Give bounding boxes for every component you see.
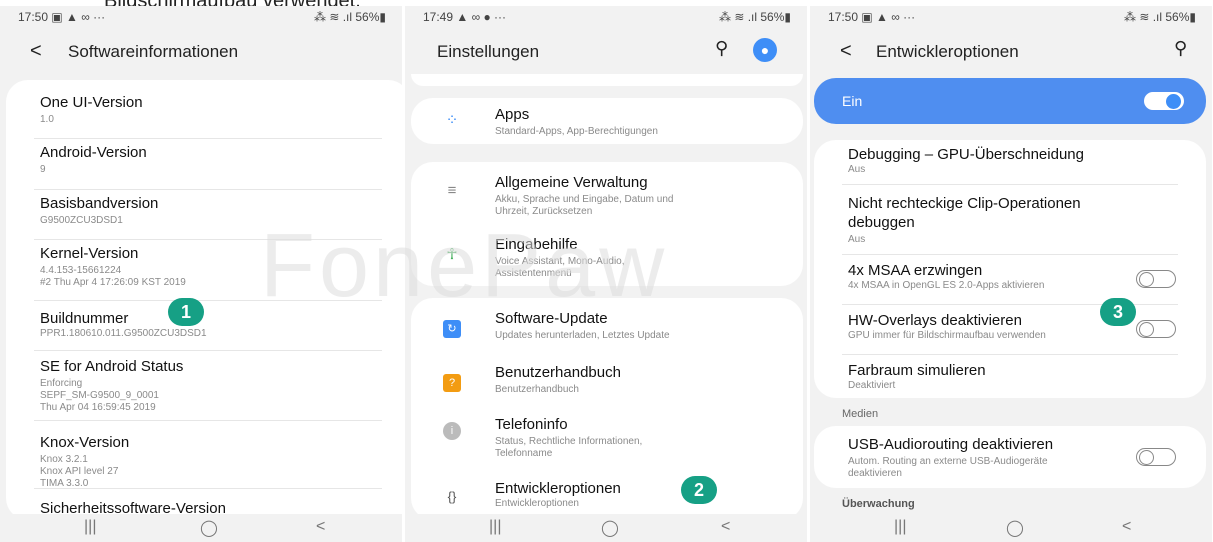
nav-bar: ||| ◯ < — [405, 514, 807, 542]
usb-audio-toggle[interactable] — [1136, 448, 1176, 466]
settings-item-software-update[interactable]: ↻ Software-Update Updates herunterladen,… — [411, 298, 803, 354]
apps-card: ⁘ Apps Standard-Apps, App-Berechtigungen — [411, 98, 803, 144]
step-badge: 1 — [168, 298, 204, 326]
top-card-edge — [411, 74, 803, 86]
back-nav-icon[interactable]: < — [1122, 518, 1131, 536]
help-icon: ? — [443, 374, 461, 392]
sliders-icon: ≡ — [447, 182, 457, 199]
master-switch-card[interactable]: Ein — [814, 78, 1206, 124]
rendering-card: Debugging – GPU-Überschneidung Aus Nicht … — [814, 140, 1206, 398]
page-title: Softwareinformationen — [68, 42, 239, 61]
app-bar: Einstellungen ⚲ ● — [405, 32, 807, 72]
status-right: ⁂ ≋ .ıl 56%▮ — [1123, 10, 1196, 24]
status-bar: 17:49 ▲ ∞ ● ··· ⁂ ≋ .ıl 56%▮ — [405, 6, 807, 28]
apps-icon: ⁘ — [445, 112, 459, 129]
app-bar: < Entwickleroptionen ⚲ — [810, 32, 1212, 72]
phone-software-info: 17:50 ▣ ▲ ∞ ··· ⁂ ≋ .ıl 56%▮ < Softwarei… — [0, 6, 402, 542]
home-icon[interactable]: ◯ — [200, 518, 218, 538]
home-icon[interactable]: ◯ — [1006, 518, 1024, 538]
list-item[interactable]: Knox-Version Knox 3.2.1 Knox API level 27… — [6, 420, 402, 489]
settings-item-accessibility[interactable]: ☥ Eingabehilfe Voice Assistant, Mono-Aud… — [411, 226, 803, 284]
info-card: One UI-Version 1.0 Android-Version 9 Basis… — [6, 80, 402, 520]
list-item[interactable]: Farbraum simulieren Deaktiviert — [814, 356, 1206, 398]
nav-bar: ||| ◯ < — [0, 514, 402, 542]
status-left: 17:50 ▣ ▲ ∞ ··· — [18, 10, 106, 24]
media-card: USB-Audiorouting deaktivieren Autom. Rout… — [814, 426, 1206, 488]
list-item[interactable]: One UI-Version 1.0 — [6, 88, 402, 136]
list-item[interactable]: USB-Audiorouting deaktivieren Autom. Rout… — [814, 426, 1206, 488]
page-title: Entwickleroptionen — [876, 42, 1019, 61]
general-card: ≡ Allgemeine Verwaltung Akku, Sprache un… — [411, 162, 803, 286]
step-badge: 2 — [681, 476, 717, 504]
search-icon[interactable]: ⚲ — [1174, 38, 1187, 59]
nav-bar: ||| ◯ < — [810, 514, 1212, 542]
section-header-medien: Medien — [842, 408, 879, 420]
update-icon: ↻ — [443, 320, 461, 338]
section-header-ueberwachung: Überwachung — [842, 498, 915, 510]
app-bar: < Softwareinformationen — [0, 32, 402, 72]
settings-item-developer[interactable]: {} Entwickleroptionen Entwickleroptionen — [411, 470, 803, 516]
info-icon: i — [443, 422, 461, 440]
profile-icon[interactable]: ● — [753, 38, 777, 62]
settings-item-general[interactable]: ≡ Allgemeine Verwaltung Akku, Sprache un… — [411, 162, 803, 224]
home-icon[interactable]: ◯ — [601, 518, 619, 538]
status-left: 17:50 ▣ ▲ ∞ ··· — [828, 10, 916, 24]
status-right: ⁂ ≋ .ıl 56%▮ — [718, 10, 791, 24]
status-right: ⁂ ≋ .ıl 56%▮ — [313, 10, 386, 24]
msaa-toggle[interactable] — [1136, 270, 1176, 288]
back-nav-icon[interactable]: < — [721, 518, 730, 536]
list-item[interactable]: Nicht rechteckige Clip-Operationen debug… — [814, 186, 1206, 254]
support-card: ↻ Software-Update Updates herunterladen,… — [411, 298, 803, 520]
accessibility-icon: ☥ — [446, 246, 458, 263]
search-icon[interactable]: ⚲ — [715, 38, 728, 59]
settings-item-apps[interactable]: ⁘ Apps Standard-Apps, App-Berechtigungen — [411, 98, 803, 144]
phone-settings: 17:49 ▲ ∞ ● ··· ⁂ ≋ .ıl 56%▮ Einstellung… — [405, 6, 807, 542]
back-icon[interactable]: < — [30, 40, 42, 63]
braces-icon: {} — [447, 489, 457, 504]
settings-item-phone-info[interactable]: i Telefoninfo Status, Rechtliche Informa… — [411, 406, 803, 464]
back-nav-icon[interactable]: < — [316, 518, 325, 536]
back-icon[interactable]: < — [840, 40, 852, 63]
list-item[interactable]: Basisbandversion G9500ZCU3DSD1 — [6, 189, 402, 239]
list-item[interactable]: Android-Version 9 — [6, 138, 402, 188]
recent-apps-icon[interactable]: ||| — [489, 518, 501, 536]
settings-item-manual[interactable]: ? Benutzerhandbuch Benutzerhandbuch — [411, 354, 803, 404]
page-title: Einstellungen — [437, 42, 540, 61]
master-toggle[interactable] — [1144, 92, 1184, 110]
hw-overlays-toggle[interactable] — [1136, 320, 1176, 338]
recent-apps-icon[interactable]: ||| — [894, 518, 906, 536]
list-item[interactable]: Kernel-Version 4.4.153-15661224 #2 Thu Ap… — [6, 239, 402, 301]
list-item[interactable]: 4x MSAA erzwingen 4x MSAA in OpenGL ES 2.… — [814, 256, 1206, 304]
step-badge: 3 — [1100, 298, 1136, 326]
status-bar: 17:50 ▣ ▲ ∞ ··· ⁂ ≋ .ıl 56%▮ — [0, 6, 402, 28]
list-item[interactable]: SE for Android Status Enforcing SEPF_SM-G… — [6, 350, 402, 420]
status-bar: 17:50 ▣ ▲ ∞ ··· ⁂ ≋ .ıl 56%▮ — [810, 6, 1212, 28]
list-item[interactable]: HW-Overlays deaktivieren GPU immer für Bi… — [814, 306, 1206, 354]
list-item[interactable]: Buildnummer PPR1.180610.011.G9500ZCU3DSD1 — [6, 300, 402, 350]
list-item[interactable]: Debugging – GPU-Überschneidung Aus — [814, 140, 1206, 184]
master-switch-label: Ein — [842, 93, 863, 109]
status-left: 17:49 ▲ ∞ ● ··· — [423, 10, 507, 24]
phone-developer-options: 17:50 ▣ ▲ ∞ ··· ⁂ ≋ .ıl 56%▮ < Entwickle… — [810, 6, 1212, 542]
recent-apps-icon[interactable]: ||| — [84, 518, 96, 536]
